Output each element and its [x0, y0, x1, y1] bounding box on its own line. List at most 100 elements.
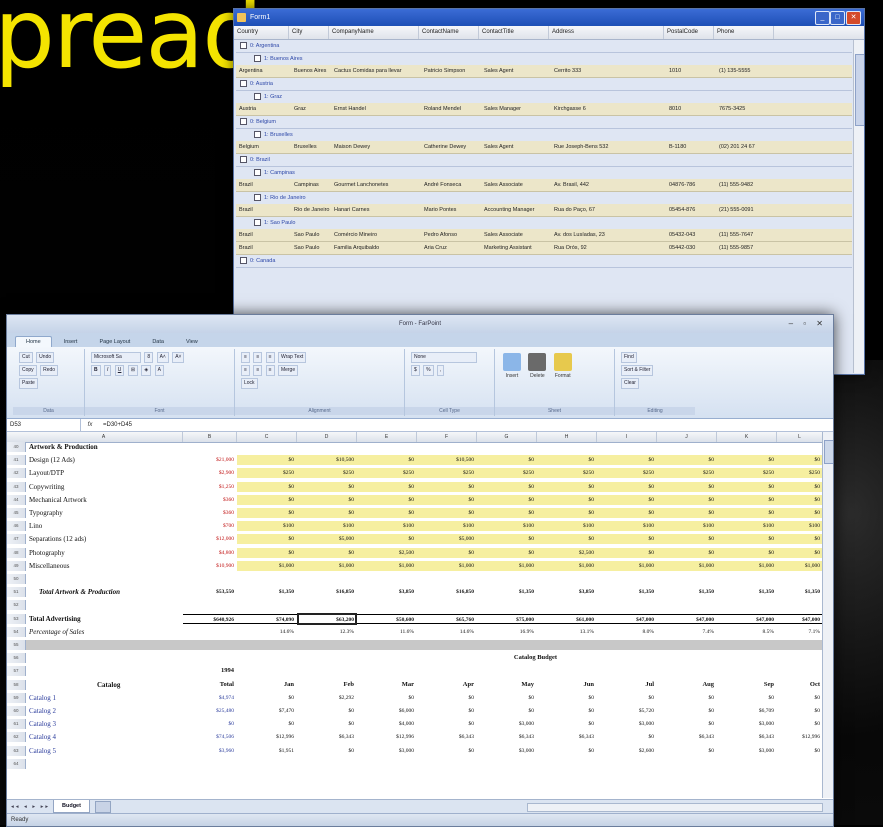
merge-button[interactable]: Merge [277, 365, 299, 376]
row-number[interactable]: 53 [7, 613, 26, 624]
row-number[interactable]: 48 [7, 547, 26, 558]
table-row[interactable]: Brazil Sao Paulo Familia Arquibaldo Aria Cr… [236, 242, 852, 255]
cell[interactable] [297, 653, 357, 663]
subgroup-row[interactable]: 1: Bruxelles [236, 129, 852, 141]
cell[interactable]: $0 [597, 481, 657, 492]
cell[interactable]: $0 [297, 547, 357, 558]
font-name-select[interactable]: Microsoft Sa [91, 352, 141, 363]
cell[interactable] [777, 640, 823, 650]
fx-icon[interactable]: fx [81, 419, 99, 431]
row-number[interactable]: 51 [7, 587, 26, 598]
cell[interactable]: $0 [657, 481, 717, 492]
cell[interactable]: 13.1% [537, 627, 597, 637]
cell[interactable] [717, 759, 777, 769]
table-row[interactable]: Brazil Campinas Gourmet Lanchonetes André F… [236, 179, 852, 192]
row-number[interactable]: 43 [7, 481, 26, 492]
cell[interactable]: $0 [297, 508, 357, 518]
cell[interactable]: $3,000 [357, 746, 417, 756]
cell[interactable]: $250 [717, 468, 777, 479]
align-bottom-button[interactable]: ≡ [265, 352, 275, 363]
row-label[interactable]: Catalog 4 [29, 732, 56, 742]
cell[interactable]: $360 [183, 495, 237, 505]
row-label[interactable]: Typography [29, 508, 63, 518]
cell[interactable]: $6,343 [477, 732, 537, 742]
cell[interactable]: $100 [597, 521, 657, 532]
shrink-font-button[interactable]: A˅ [172, 352, 185, 363]
cell[interactable]: $4,800 [183, 548, 237, 558]
cell[interactable]: Jun [537, 680, 597, 690]
cell[interactable]: $5,000 [297, 534, 357, 545]
cell[interactable] [657, 666, 717, 676]
cell[interactable]: 14.6% [417, 627, 477, 637]
expand-icon[interactable] [240, 118, 247, 126]
row-number[interactable]: 60 [7, 706, 26, 716]
cell[interactable]: 8.5% [717, 627, 777, 637]
cell[interactable]: $3,000 [597, 719, 657, 729]
cell[interactable] [357, 759, 417, 769]
grid-column-header[interactable]: CompanyName [329, 26, 419, 39]
cell[interactable]: $0 [477, 547, 537, 558]
tab-data[interactable]: Data [142, 337, 174, 347]
cell[interactable]: $0 [657, 746, 717, 756]
tab-view[interactable]: View [176, 337, 208, 347]
redo-button[interactable]: Redo [40, 365, 59, 376]
wrap-text-button[interactable]: Wrap Text [277, 352, 307, 363]
cell[interactable] [537, 759, 597, 769]
cell[interactable]: $2,292 [297, 693, 357, 703]
cell[interactable]: $0 [597, 494, 657, 505]
cell[interactable] [183, 640, 237, 650]
find-button[interactable]: Find [621, 352, 637, 363]
sort-filter-button[interactable]: Sort & Filter [621, 365, 654, 376]
cell[interactable]: $640,926 [183, 613, 237, 624]
cell[interactable]: $0 [237, 534, 297, 545]
expand-icon[interactable] [240, 80, 247, 88]
cell[interactable] [777, 574, 823, 584]
cell[interactable] [597, 640, 657, 650]
sheet-horizontal-scrollbar[interactable] [527, 803, 823, 812]
cell[interactable]: $0 [477, 481, 537, 492]
new-sheet-tab[interactable] [95, 801, 111, 813]
underline-button[interactable]: U [114, 365, 125, 376]
cell[interactable]: $100 [657, 521, 717, 532]
cell[interactable] [357, 442, 417, 452]
name-box[interactable]: D53 [7, 419, 81, 431]
cell[interactable] [297, 666, 357, 676]
cell[interactable]: $6,343 [297, 732, 357, 742]
group-row[interactable]: 0: Canada [236, 255, 852, 268]
cell[interactable]: $0 [717, 494, 777, 505]
cell[interactable]: $0 [657, 693, 717, 703]
cell[interactable]: $0 [477, 508, 537, 518]
cell[interactable] [597, 759, 657, 769]
row-number[interactable]: 57 [7, 666, 26, 677]
cell[interactable]: $0 [777, 693, 823, 703]
cell[interactable] [237, 640, 297, 650]
table-row[interactable]: Austria Graz Ernst Handel Roland Mendel Sale… [236, 103, 852, 116]
cell[interactable] [597, 600, 657, 610]
cell[interactable]: $3,000 [717, 719, 777, 729]
cell[interactable]: $0 [657, 547, 717, 558]
column-header[interactable]: K [717, 432, 777, 442]
cell[interactable] [477, 442, 537, 452]
align-top-button[interactable]: ≡ [241, 352, 250, 363]
bold-button[interactable]: B [91, 365, 101, 376]
paste-button[interactable]: Paste [19, 378, 38, 389]
cell[interactable]: $74,506 [183, 732, 237, 742]
cell[interactable] [237, 759, 297, 769]
cell[interactable]: $0 [357, 481, 417, 492]
cell[interactable] [297, 759, 357, 769]
cell[interactable]: $0 [477, 693, 537, 703]
cell[interactable]: $2,600 [597, 746, 657, 756]
maximize-icon[interactable]: □ [830, 11, 845, 25]
group-row[interactable]: 0: Austria [236, 78, 852, 91]
cell[interactable] [477, 640, 537, 650]
cell[interactable]: $6,343 [657, 732, 717, 742]
sheet-nav-arrows[interactable]: ◂◂ ◂ ▸ ▸▸ [11, 800, 50, 814]
cell[interactable]: $0 [537, 746, 597, 756]
column-header[interactable]: F [417, 432, 477, 442]
cell[interactable]: $5,000 [417, 534, 477, 545]
cell[interactable]: $250 [477, 468, 537, 479]
cell[interactable]: 12.3% [297, 627, 357, 637]
border-button[interactable]: ⊞ [127, 365, 139, 376]
cell[interactable]: $0 [657, 719, 717, 729]
font-color-button[interactable]: A [154, 365, 164, 376]
